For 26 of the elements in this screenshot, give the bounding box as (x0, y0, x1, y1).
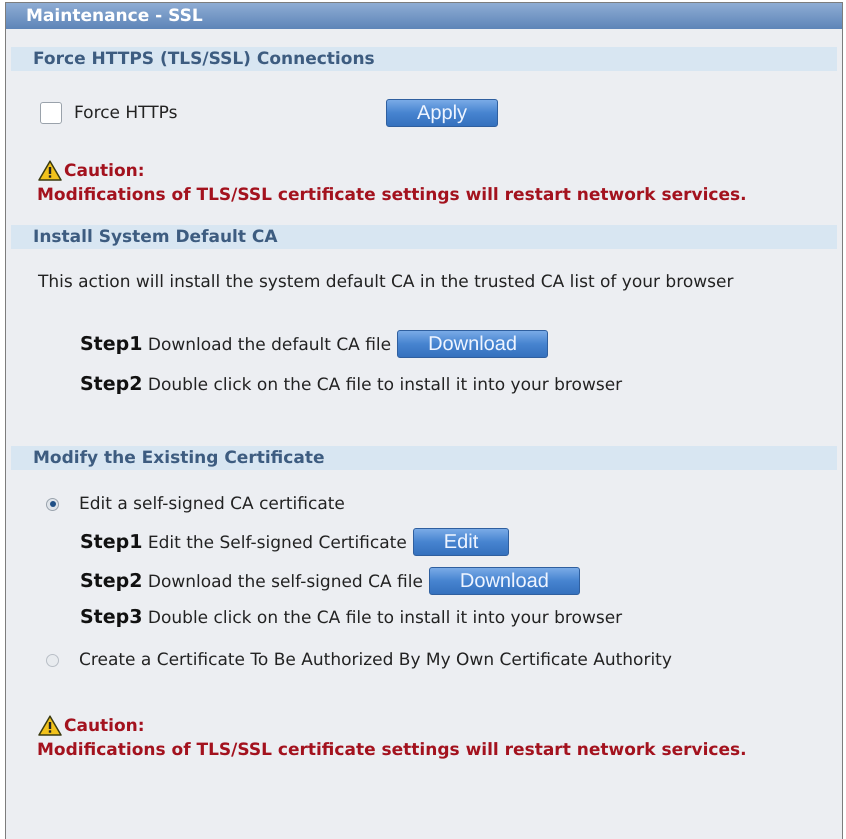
checkbox[interactable] (40, 102, 62, 124)
section-header: Modify the Existing Certificate (11, 446, 837, 470)
section-header: Force HTTPS (TLS/SSL) Connections (11, 47, 837, 71)
radio-label: Edit a self-signed CA certificate (79, 494, 345, 514)
warning-icon (38, 160, 62, 181)
radio-label: Create a Certificate To Be Authorized By My Own Certificate Authority (79, 650, 672, 670)
warning-icon (38, 715, 62, 736)
window-title: Maintenance - SSL (6, 3, 842, 29)
description-text: This action will install the system default CA in the trusted CA list of your browser (38, 272, 734, 292)
action-button[interactable]: Download (397, 330, 548, 358)
step-text: Step2 Double click on the CA file to install it into your browser (80, 372, 622, 396)
step-text: Step1 Edit the Self-signed Certificate (80, 530, 407, 554)
checkbox-label: Force HTTPs (74, 103, 178, 123)
section-header: Install System Default CA (11, 225, 837, 249)
radio-selected[interactable] (46, 498, 59, 510)
step-text: Step3 Double click on the CA file to install it into your browser (80, 604, 622, 630)
caution-title: Caution: (64, 161, 145, 181)
action-button[interactable]: Apply (386, 99, 498, 127)
step-text: Step2 Download the self-signed CA file (80, 568, 423, 594)
caution-message: Modifications of TLS/SSL certificate settings will restart network services. (37, 185, 747, 205)
caution-title: Caution: (64, 716, 145, 736)
action-button[interactable]: Edit (412, 528, 510, 556)
action-button[interactable]: Download (428, 567, 580, 595)
caution-message: Modifications of TLS/SSL certificate settings will restart network services. (37, 740, 747, 760)
step-text: Step1 Download the default CA file (80, 332, 392, 356)
radio-unselected[interactable] (46, 654, 59, 666)
